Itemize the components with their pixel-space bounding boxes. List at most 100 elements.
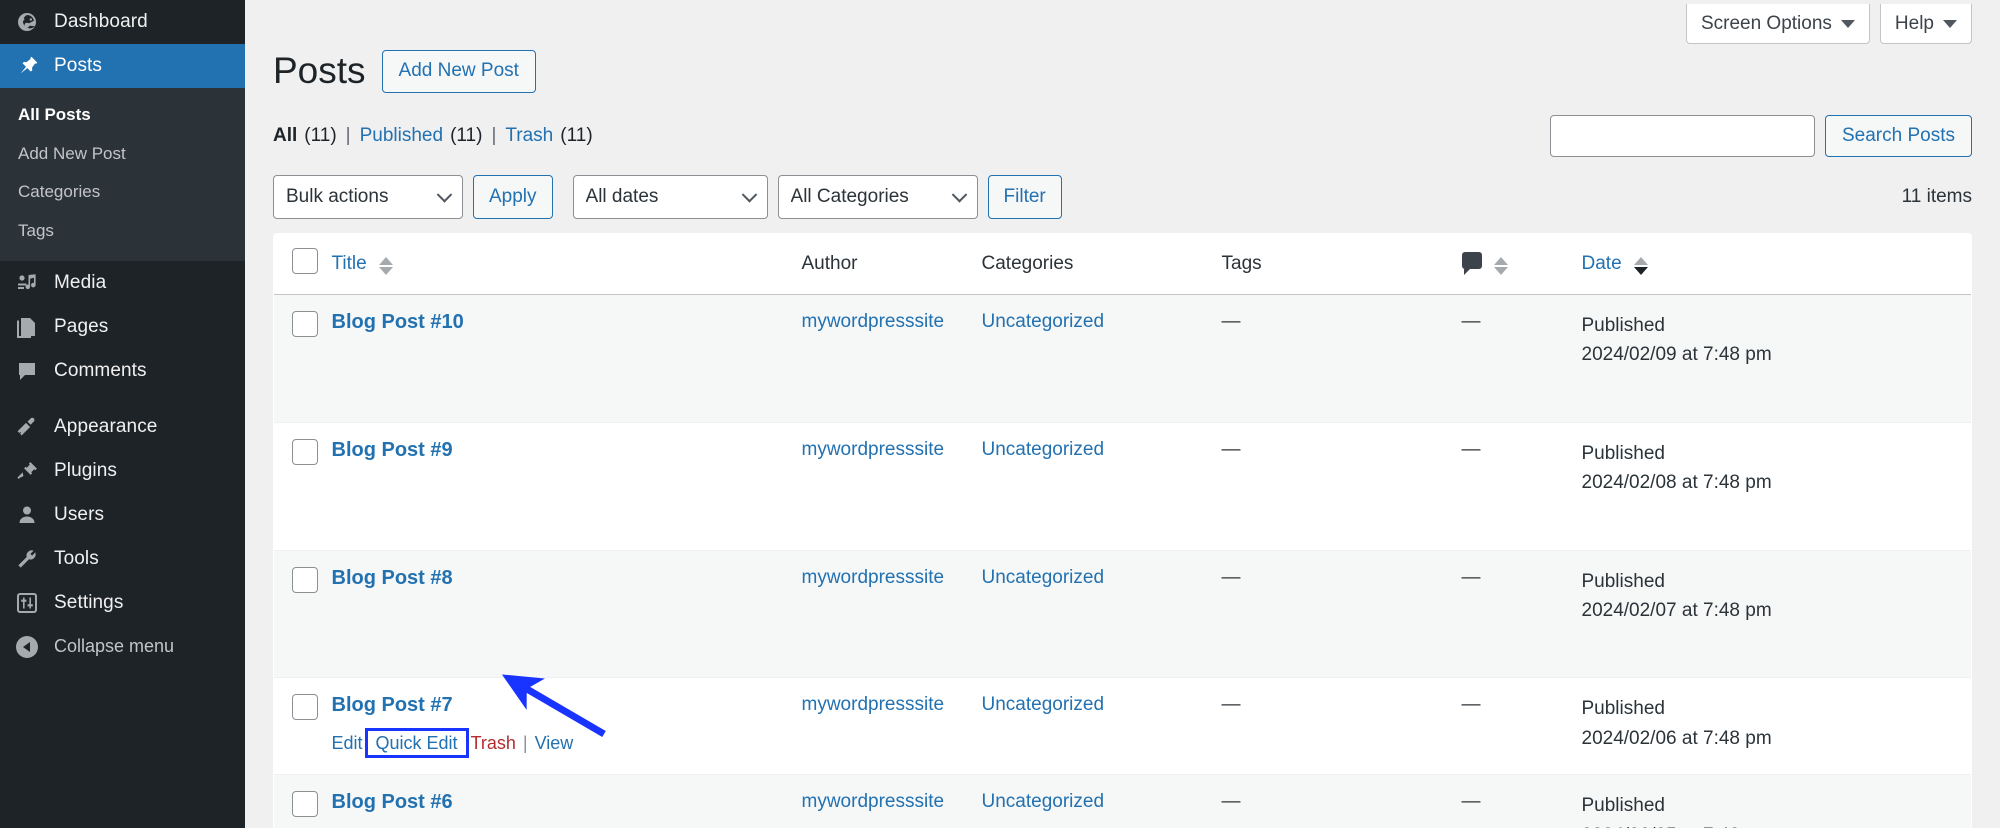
sidebar-label-media: Media xyxy=(54,271,107,293)
page-title: Posts xyxy=(273,50,366,92)
column-header-date[interactable]: Date xyxy=(1581,233,1971,295)
sidebar-item-dashboard[interactable]: Dashboard xyxy=(0,0,245,44)
posts-submenu: All Posts Add New Post Categories Tags xyxy=(0,88,245,261)
post-title-link[interactable]: Blog Post #10 xyxy=(332,311,464,334)
post-date-status: Published xyxy=(1581,314,1665,336)
row-comments-cell: — xyxy=(1461,774,1582,828)
post-category-link[interactable]: Uncategorized xyxy=(982,567,1105,588)
help-button[interactable]: Help xyxy=(1879,4,1972,44)
row-checkbox-cell xyxy=(274,549,332,678)
quick-edit-link[interactable]: Quick Edit xyxy=(376,733,458,753)
sidebar-label-settings: Settings xyxy=(54,591,124,613)
select-all-checkbox[interactable] xyxy=(292,247,318,274)
row-author-cell: mywordpresssite xyxy=(801,677,982,775)
chevron-down-icon xyxy=(1840,19,1855,28)
sidebar-label-pages: Pages xyxy=(54,315,109,337)
row-author-cell: mywordpresssite xyxy=(801,421,982,551)
sort-arrows-comments[interactable] xyxy=(1493,257,1508,276)
sort-link-date[interactable]: Date xyxy=(1582,253,1622,274)
sidebar-item-comments[interactable]: Comments xyxy=(0,349,245,393)
row-categories-cell: Uncategorized xyxy=(981,421,1222,551)
submenu-item-categories[interactable]: Categories xyxy=(0,173,245,212)
post-title-link[interactable]: Blog Post #8 xyxy=(332,567,453,590)
view-count-all: (11) xyxy=(304,124,337,146)
date-filter-select[interactable]: All dates xyxy=(572,174,768,219)
table-row: Blog Post #10 mywordpresssite Uncategori… xyxy=(274,293,1971,423)
add-new-post-button[interactable]: Add New Post xyxy=(381,50,536,93)
edit-link[interactable]: Edit xyxy=(332,733,363,754)
submenu-label-tags: Tags xyxy=(18,220,54,240)
filter-button[interactable]: Filter xyxy=(987,174,1062,219)
view-link-published[interactable]: Published xyxy=(360,125,443,147)
row-checkbox[interactable] xyxy=(292,694,318,721)
post-category-link[interactable]: Uncategorized xyxy=(982,791,1105,812)
sidebar-item-plugins[interactable]: Plugins xyxy=(0,449,245,493)
view-count-published: (11) xyxy=(450,124,483,146)
post-title-link[interactable]: Blog Post #7 xyxy=(332,694,453,717)
sidebar-item-pages[interactable]: Pages xyxy=(0,305,245,349)
post-title-link[interactable]: Blog Post #6 xyxy=(332,791,453,814)
row-checkbox-cell xyxy=(274,677,332,775)
sidebar-item-tools[interactable]: Tools xyxy=(0,537,245,581)
apply-button[interactable]: Apply xyxy=(473,174,553,219)
admin-sidebar: Dashboard Posts All Posts Add New Post C… xyxy=(0,0,245,828)
row-actions: Edit Quick Edit Trash | View xyxy=(332,728,802,759)
post-category-link[interactable]: Uncategorized xyxy=(982,439,1105,460)
screen-options-button[interactable]: Screen Options xyxy=(1685,4,1870,44)
view-link-trash[interactable]: Trash xyxy=(505,125,553,147)
chevron-down-icon xyxy=(1943,19,1957,28)
post-author-link[interactable]: mywordpresssite xyxy=(802,439,945,460)
post-author-link[interactable]: mywordpresssite xyxy=(802,567,945,588)
column-label-author: Author xyxy=(801,252,858,274)
sidebar-item-media[interactable]: Media xyxy=(0,261,245,305)
search-input[interactable] xyxy=(1550,114,1815,157)
search-posts-button[interactable]: Search Posts xyxy=(1825,114,1972,157)
post-author-link[interactable]: mywordpresssite xyxy=(802,694,945,715)
collapse-menu-button[interactable]: Collapse menu xyxy=(0,625,245,669)
sidebar-item-settings[interactable]: Settings xyxy=(0,581,245,625)
row-tags-cell: — xyxy=(1221,774,1462,828)
sort-arrows-title[interactable] xyxy=(378,256,393,275)
row-comments-cell: — xyxy=(1461,421,1582,551)
row-checkbox[interactable] xyxy=(292,438,318,465)
sidebar-item-appearance[interactable]: Appearance xyxy=(0,405,245,449)
post-category-link[interactable]: Uncategorized xyxy=(982,311,1105,332)
sidebar-divider xyxy=(0,393,245,405)
sort-arrows-date[interactable] xyxy=(1633,256,1648,275)
post-author-link[interactable]: mywordpresssite xyxy=(802,791,945,812)
row-checkbox[interactable] xyxy=(292,310,318,337)
submenu-item-add-new-post[interactable]: Add New Post xyxy=(0,135,245,174)
sidebar-item-posts[interactable]: Posts xyxy=(0,44,245,88)
wrench-icon xyxy=(14,546,40,572)
sidebar-label-users: Users xyxy=(54,503,105,525)
row-checkbox[interactable] xyxy=(292,566,318,593)
row-checkbox[interactable] xyxy=(292,791,318,818)
post-author-link[interactable]: mywordpresssite xyxy=(802,311,945,332)
post-tags-value: — xyxy=(1221,694,1241,716)
post-date-value: 2024/02/08 at 7:48 pm xyxy=(1581,472,1772,494)
bulk-actions-select[interactable]: Bulk actions xyxy=(273,174,463,219)
category-filter-select[interactable]: All Categories xyxy=(777,174,978,219)
main-content: Screen Options Help Posts Add New Post A… xyxy=(245,0,2000,828)
displaying-num: 11 items xyxy=(1901,185,1972,207)
sidebar-item-users[interactable]: Users xyxy=(0,493,245,537)
submenu-item-all-posts[interactable]: All Posts xyxy=(0,96,245,135)
collapse-menu-label: Collapse menu xyxy=(54,636,175,657)
submenu-label-all-posts: All Posts xyxy=(18,105,91,124)
sort-link-title[interactable]: Title xyxy=(332,253,367,274)
view-count-trash: (11) xyxy=(560,124,593,146)
view-link[interactable]: View xyxy=(535,733,574,754)
column-header-title[interactable]: Title xyxy=(331,233,802,295)
column-header-comments[interactable] xyxy=(1461,233,1582,295)
trash-link[interactable]: Trash xyxy=(471,733,516,754)
post-title-link[interactable]: Blog Post #9 xyxy=(332,439,453,462)
row-tags-cell: — xyxy=(1221,677,1462,775)
row-title-cell: Blog Post #6 xyxy=(331,774,802,828)
post-category-link[interactable]: Uncategorized xyxy=(982,694,1105,715)
posts-table-body: Blog Post #10 mywordpresssite Uncategori… xyxy=(274,293,1971,828)
view-link-all[interactable]: All xyxy=(273,125,297,147)
submenu-item-tags[interactable]: Tags xyxy=(0,212,245,251)
post-date-value: 2024/02/07 at 7:48 pm xyxy=(1581,599,1772,621)
column-label-categories: Categories xyxy=(981,252,1074,274)
category-filter-select-wrap: All Categories xyxy=(777,174,978,219)
